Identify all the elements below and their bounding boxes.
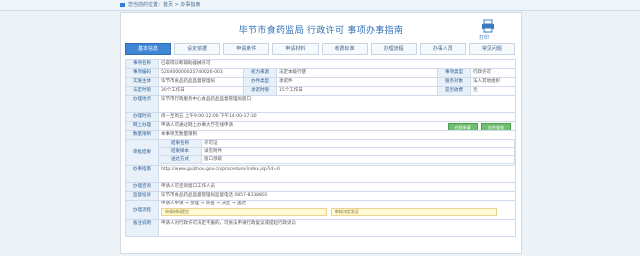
table-row: 实施主体 毕节市食品药品监督管理局 办件类型 承诺件 服务对象 法人其他组织 — [126, 78, 516, 87]
print-label[interactable]: 打印 — [479, 34, 489, 41]
row-label: 权力来源 — [244, 69, 277, 78]
row-value: 申请人申请 → 受理 → 审查 → 决定 → 送达 申请材料提交 审核决定发证 — [159, 201, 516, 220]
row-label: 承诺时限 — [244, 87, 277, 96]
row-label: 事项编码 — [126, 69, 159, 78]
tab-process[interactable]: 办理流程 — [370, 43, 417, 55]
tab-conditions[interactable]: 申请条件 — [223, 43, 270, 55]
sub-value: 窗口领取 — [202, 156, 515, 164]
row-value: 申请人可通过网上办事大厅在线申请 在线申请 办件查询 — [159, 122, 516, 131]
table-row: 办理时间 周一至周五 上午9:00-12:00 下午14:00-17:30 — [126, 113, 516, 122]
row-label: 办理地点 — [126, 96, 159, 113]
table-row: 办理地点 毕节市行政服务中心食品药品监督管理局窗口 — [126, 96, 516, 113]
online-text: 申请人可通过网上办事大厅在线申请 — [161, 123, 233, 128]
table-row: 网上办理 申请人可通过网上办事大厅在线申请 在线申请 办件查询 — [126, 122, 516, 131]
tab-materials[interactable]: 申请材料 — [272, 43, 319, 55]
tab-fees[interactable]: 收费标准 — [321, 43, 368, 55]
row-label: 法定时限 — [126, 87, 159, 96]
sub-row: 送达方式 窗口领取 — [159, 156, 515, 164]
guide-panel: 毕节市食药监局 行政许可 事项办事指南 打印 基本信息 设定依据 申请条件 申请… — [120, 12, 522, 254]
row-value: 毕节市行政服务中心食品药品监督管理局窗口 — [159, 96, 516, 113]
row-value: 法人其他组织 — [471, 78, 516, 87]
row-label: 办事指南 — [126, 166, 159, 183]
sub-value: 许可证 — [202, 140, 515, 148]
row-value: 周一至周五 上午9:00-12:00 下午14:00-17:30 — [159, 113, 516, 122]
sub-row: 结果名称 许可证 — [159, 140, 515, 148]
row-label: 办件类型 — [244, 78, 277, 87]
table-row: 事项编码 520400000025740026-003 权力来源 法定本级行使 … — [126, 69, 516, 78]
row-value: 法定本级行使 — [277, 69, 438, 78]
table-row: 备注说明 申请人对行政许可决定不服的，可依法申请行政复议或提起行政诉讼 — [126, 220, 516, 237]
row-label: 办理咨询 — [126, 183, 159, 192]
tab-faq[interactable]: 常见问题 — [468, 43, 515, 55]
row-value: 申请人对行政许可决定不服的，可依法申请行政复议或提起行政诉讼 — [159, 220, 516, 237]
sub-label: 送达方式 — [159, 156, 202, 164]
top-bar: 您当前的位置：首页 > 办事指南 — [0, 0, 640, 11]
table-row: 事项名称 已取得诊断辅助器械许可 — [126, 60, 516, 69]
row-label: 实施主体 — [126, 78, 159, 87]
table-row: 办理咨询 申请人可咨询窗口工作人员 — [126, 183, 516, 192]
table-row: 法定时限 30个工作日 承诺时限 15个工作日 是否收费 否 — [126, 87, 516, 96]
row-label: 监督投诉 — [126, 192, 159, 201]
row-label: 服务对象 — [438, 78, 471, 87]
sub-label: 结果名称 — [159, 140, 202, 148]
sub-label: 结果样本 — [159, 148, 202, 156]
row-label: 办理流程 — [126, 201, 159, 220]
row-value: 结果名称 许可证 结果样本 详见附件 送达方式 窗口领取 — [159, 140, 516, 166]
flow-step[interactable]: 申请材料提交 — [161, 208, 328, 216]
row-value: 30个工作日 — [159, 87, 244, 96]
row-value: 520400000025740026-003 — [159, 69, 244, 78]
page-title: 毕节市食药监局 行政许可 事项办事指南 — [238, 26, 404, 36]
row-label: 审批结果 — [126, 140, 159, 166]
row-label: 事项类型 — [438, 69, 471, 78]
tab-legal-basis[interactable]: 设定依据 — [174, 43, 221, 55]
row-label: 办理时间 — [126, 113, 159, 122]
row-value: 申请人可咨询窗口工作人员 — [159, 183, 516, 192]
table-row: 办理流程 申请人申请 → 受理 → 审查 → 决定 → 送达 申请材料提交 审核… — [126, 201, 516, 220]
row-label: 事项名称 — [126, 60, 159, 69]
row-value: 承诺件 — [277, 78, 438, 87]
sub-value: 详见附件 — [202, 148, 515, 156]
home-icon — [120, 3, 125, 7]
breadcrumb: 您当前的位置：首页 > 办事指南 — [128, 2, 201, 8]
row-label: 是否收费 — [438, 87, 471, 96]
flow-text: 申请人申请 → 受理 → 审查 → 决定 → 送达 — [161, 201, 247, 206]
printer-icon[interactable] — [481, 19, 495, 33]
row-value: 毕节市食品药品监督管理局 — [159, 78, 244, 87]
query-button[interactable]: 办件查询 — [481, 123, 511, 130]
row-value: 行政许可 — [471, 69, 516, 78]
apply-online-button[interactable]: 在线申请 — [447, 123, 478, 130]
row-value: 15个工作日 — [277, 87, 438, 96]
tab-staff[interactable]: 办事人员 — [419, 43, 466, 55]
tab-bar: 基本信息 设定依据 申请条件 申请材料 收费标准 办理流程 办事人员 常见问题 — [125, 43, 515, 55]
tab-basic-info[interactable]: 基本信息 — [125, 43, 172, 55]
row-value: 毕节市食品药品监督管理局监督电话 0857-8338801 — [159, 192, 516, 201]
flow-step[interactable]: 审核决定发证 — [330, 208, 498, 216]
table-row: 数量限制 本事项无数量限制 — [126, 131, 516, 140]
table-row: 办事指南 http://www.guizhou.gov.cn/procedure… — [126, 166, 516, 183]
row-label: 网上办理 — [126, 122, 159, 131]
row-label: 数量限制 — [126, 131, 159, 140]
table-row: 监督投诉 毕节市食品药品监督管理局监督电话 0857-8338801 — [126, 192, 516, 201]
row-label: 备注说明 — [126, 220, 159, 237]
table-row: 审批结果 结果名称 许可证 结果样本 详见附件 送达方式 窗口领取 — [126, 140, 516, 166]
info-table: 事项名称 已取得诊断辅助器械许可 事项编码 520400000025740026… — [125, 59, 516, 237]
row-value: 本事项无数量限制 — [159, 131, 516, 140]
row-value: 已取得诊断辅助器械许可 — [159, 60, 516, 69]
row-value: 否 — [471, 87, 516, 96]
guide-link[interactable]: http://www.guizhou.gov.cn/procedure/inde… — [159, 166, 516, 183]
sub-row: 结果样本 详见附件 — [159, 148, 515, 156]
